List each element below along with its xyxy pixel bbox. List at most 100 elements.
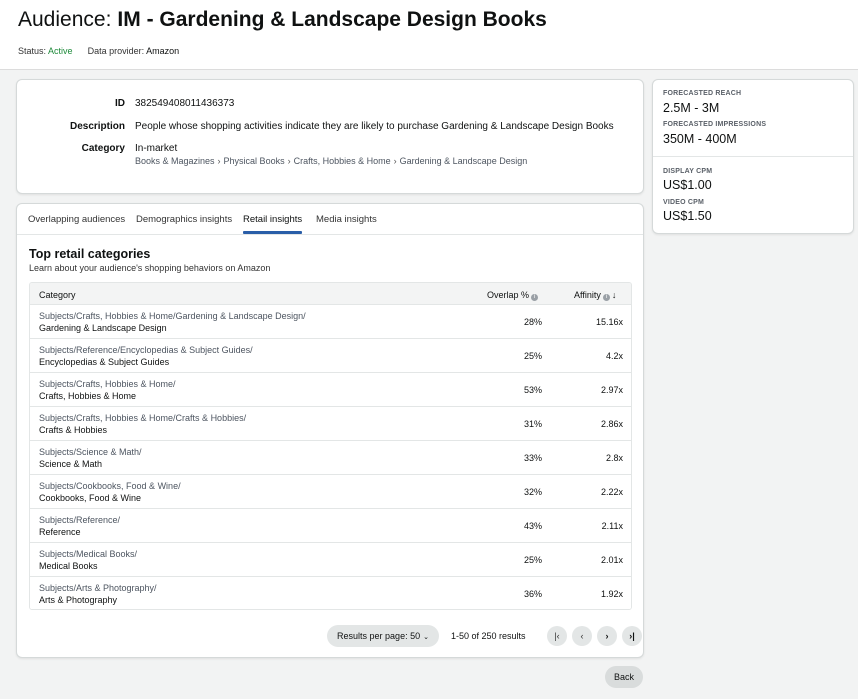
title-prefix: Audience: [18, 8, 112, 31]
first-page-button[interactable]: |‹ [547, 626, 567, 646]
chevron-right-icon: › [217, 156, 221, 166]
table-row: Subjects/Arts & Photography/ Arts & Phot… [30, 577, 631, 609]
category-name: Encyclopedias & Subject Guides [39, 357, 170, 367]
affinity-value: 15.16x [595, 317, 623, 327]
category-breadcrumb: Books & Magazines › Physical Books › Crafts,… [135, 156, 527, 166]
forecasted-reach-value: 2.5M - 3M [663, 101, 720, 115]
category-path: Subjects/Cookbooks, Food & Wine/ [39, 481, 181, 491]
audience-details-card: ID 382549408011436373 Description People… [16, 79, 644, 194]
table-row: Subjects/Science & Math/ Science & Math … [30, 441, 631, 475]
category-path: Subjects/Medical Books/ [39, 549, 138, 559]
last-page-button[interactable]: ›| [622, 626, 642, 646]
tab-retail-insights[interactable]: Retail insights [243, 214, 302, 225]
previous-page-button[interactable]: ‹ [572, 626, 592, 646]
category-path: Subjects/Crafts, Hobbies & Home/Gardenin… [39, 311, 306, 321]
divider [653, 156, 853, 157]
forecasted-impressions-label: FORECASTED IMPRESSIONS [663, 121, 767, 128]
category-path: Subjects/Science & Math/ [39, 447, 142, 457]
overlap-header-label: Overlap % [487, 290, 530, 300]
column-header-overlap[interactable]: Overlap % i [487, 290, 539, 301]
overlap-value: 31% [523, 419, 542, 429]
forecasted-impressions-value: 350M - 400M [663, 132, 737, 146]
results-per-page-select[interactable]: Results per page: 50 ⌄ [327, 625, 439, 647]
chevron-right-icon: › [393, 156, 397, 166]
table-row: Subjects/Medical Books/ Medical Books 25… [30, 543, 631, 577]
description-label: Description [69, 121, 125, 132]
affinity-value: 2.11x [601, 521, 623, 531]
info-icon[interactable]: i [602, 294, 610, 301]
overlap-value: 53% [523, 385, 542, 395]
affinity-value: 4.2x [605, 351, 623, 361]
overlap-value: 28% [523, 317, 542, 327]
status-line: Status: Active Data provider: Amazon [18, 46, 179, 56]
category-path: Subjects/Reference/ [39, 515, 121, 525]
table-row: Subjects/Crafts, Hobbies & Home/ Crafts,… [30, 373, 631, 407]
chevron-right-icon: › [287, 156, 291, 166]
category-path: Subjects/Reference/Encyclopedias & Subje… [39, 345, 253, 355]
sort-descending-icon[interactable]: ↓ [612, 290, 617, 300]
table-row: Subjects/Reference/Encyclopedias & Subje… [30, 339, 631, 373]
chevron-down-icon: ⌄ [423, 634, 429, 641]
category-path: Subjects/Crafts, Hobbies & Home/Crafts &… [39, 413, 247, 423]
breadcrumb-item: Crafts, Hobbies & Home [293, 156, 391, 166]
overlap-value: 32% [523, 487, 542, 497]
overlap-value: 25% [523, 351, 542, 361]
retail-categories-table: Category Overlap % i Affinity i ↓ Subjects/… [29, 282, 632, 610]
insights-tabs: Overlapping audiences Demographics insig… [17, 204, 643, 235]
results-range: 1-50 of 250 results [451, 631, 526, 641]
table-row: Subjects/Crafts, Hobbies & Home/Gardenin… [30, 305, 631, 339]
provider-value: Amazon [146, 46, 180, 56]
category-label: Category [81, 143, 125, 154]
category-name: Science & Math [39, 459, 103, 469]
section-subtitle: Learn about your audience's shopping beh… [29, 263, 271, 273]
column-header-category[interactable]: Category [39, 290, 76, 300]
breadcrumb-item: Gardening & Landscape Design [399, 156, 528, 166]
id-label: ID [115, 98, 125, 109]
affinity-value: 2.01x [600, 555, 623, 565]
affinity-value: 2.22x [600, 487, 623, 497]
section-title: Top retail categories [29, 247, 151, 261]
status-label: Status: [18, 46, 47, 56]
overlap-value: 36% [523, 589, 542, 599]
tab-media-insights[interactable]: Media insights [316, 214, 377, 225]
table-row: Subjects/Crafts, Hobbies & Home/Crafts &… [30, 407, 631, 441]
insights-card: Overlapping audiences Demographics insig… [16, 203, 644, 658]
affinity-value: 1.92x [600, 589, 623, 599]
active-tab-indicator [243, 231, 302, 234]
audience-name: IM - Gardening & Landscape Design Books [117, 8, 547, 31]
column-header-affinity[interactable]: Affinity i ↓ [574, 290, 616, 301]
table-row: Subjects/Cookbooks, Food & Wine/ Cookboo… [30, 475, 631, 509]
forecast-card: FORECASTED REACH 2.5M - 3M FORECASTED IM… [652, 79, 854, 234]
category-name: Gardening & Landscape Design [39, 323, 167, 333]
description-value: People whose shopping activities indicat… [135, 121, 614, 132]
provider-label: Data provider: [87, 46, 145, 56]
next-page-button[interactable]: › [597, 626, 617, 646]
tab-overlapping-audiences[interactable]: Overlapping audiences [28, 214, 125, 225]
page-title: Audience: IM - Gardening & Landscape Desi… [18, 8, 547, 32]
category-name: Cookbooks, Food & Wine [39, 493, 142, 503]
table-row: Subjects/Reference/ Reference 43% 2.11x [30, 509, 631, 543]
display-cpm-value: US$1.00 [663, 178, 712, 192]
breadcrumb-item: Physical Books [223, 156, 285, 166]
category-path: Subjects/Crafts, Hobbies & Home/ [39, 379, 176, 389]
id-value: 382549408011436373 [135, 98, 235, 109]
category-name: Reference [39, 527, 81, 537]
tab-demographics-insights[interactable]: Demographics insights [136, 214, 232, 225]
category-value: In-market [135, 143, 178, 154]
affinity-header-label: Affinity [574, 290, 601, 300]
info-icon[interactable]: i [531, 294, 539, 301]
back-button[interactable]: Back [605, 666, 643, 688]
video-cpm-value: US$1.50 [663, 209, 712, 223]
page-header: Audience: IM - Gardening & Landscape Desi… [0, 0, 858, 70]
breadcrumb-item: Books & Magazines [135, 156, 215, 166]
category-name: Medical Books [39, 561, 98, 571]
affinity-value: 2.97x [600, 385, 623, 395]
affinity-value: 2.86x [600, 419, 623, 429]
results-per-page-label: Results per page: 50 [337, 631, 421, 641]
category-name: Crafts, Hobbies & Home [39, 391, 137, 401]
video-cpm-label: VIDEO CPM [663, 199, 705, 206]
category-name: Arts & Photography [39, 595, 118, 605]
table-header: Category Overlap % i Affinity i ↓ [30, 283, 631, 305]
overlap-value: 25% [523, 555, 542, 565]
category-path: Subjects/Arts & Photography/ [39, 583, 157, 593]
